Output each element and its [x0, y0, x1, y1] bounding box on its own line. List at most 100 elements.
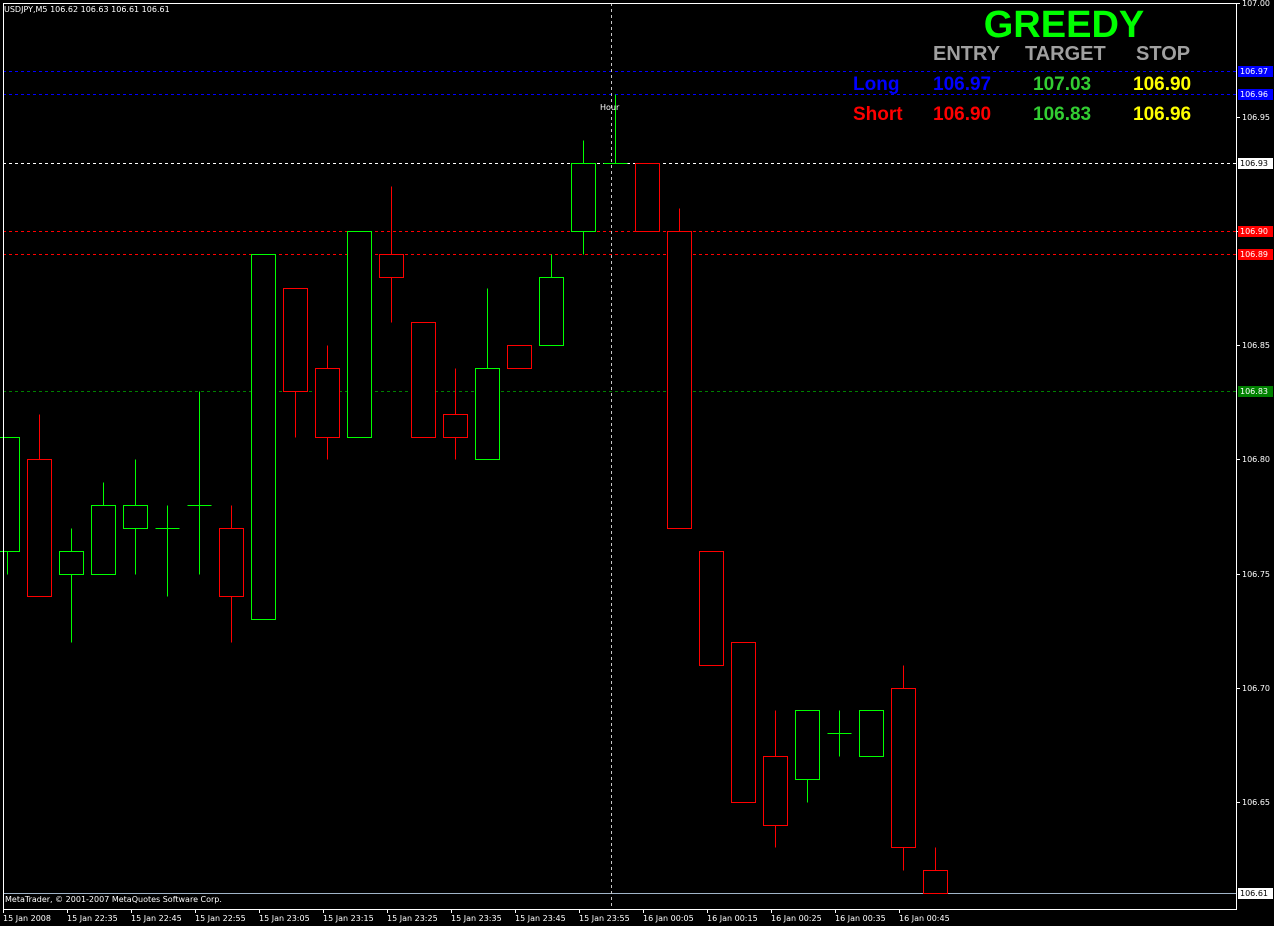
- x-tick-label: 16 Jan 00:35: [835, 914, 886, 923]
- price-levels: [3, 3, 1236, 909]
- candles: [0, 94, 948, 894]
- candle-body: [795, 710, 820, 780]
- x-tick-label: 15 Jan 23:45: [515, 914, 566, 923]
- x-tick-label: 16 Jan 00:05: [643, 914, 694, 923]
- candle-body: [123, 505, 148, 529]
- x-tick-label: 15 Jan 23:25: [387, 914, 438, 923]
- candle-body: [923, 870, 948, 894]
- x-tick-label: 16 Jan 00:15: [707, 914, 758, 923]
- candle-body: [859, 710, 884, 757]
- candle[interactable]: [91, 482, 116, 575]
- y-tick-label: 106.80: [1242, 455, 1270, 464]
- candle[interactable]: [827, 710, 852, 757]
- short-label: Short: [853, 104, 903, 125]
- candle-body: [667, 231, 692, 529]
- candle[interactable]: [347, 231, 372, 438]
- level-price-label: 106.83: [1240, 387, 1268, 396]
- candle-body: [443, 414, 468, 438]
- candle[interactable]: [123, 459, 148, 575]
- candle-body: [219, 528, 244, 597]
- candle[interactable]: [59, 528, 84, 643]
- candle[interactable]: [0, 437, 20, 575]
- candle[interactable]: [699, 551, 724, 666]
- hour-label: Hour: [600, 103, 620, 112]
- y-tick-label: 106.75: [1242, 570, 1270, 579]
- candle[interactable]: [443, 368, 468, 460]
- candle[interactable]: [283, 288, 308, 438]
- candle[interactable]: [187, 391, 212, 575]
- x-tick-label: 15 Jan 23:35: [451, 914, 502, 923]
- candle[interactable]: [539, 254, 564, 346]
- x-tick-label: 16 Jan 00:25: [771, 914, 822, 923]
- y-tick-label: 106.85: [1242, 341, 1270, 350]
- candle[interactable]: [667, 208, 692, 529]
- price-chart[interactable]: 107.00 106.95 106.90 106.85 106.80 106.75 106.…: [0, 0, 1274, 926]
- plot-frame: [3, 3, 1237, 910]
- x-tick-label: 15 Jan 23:05: [259, 914, 310, 923]
- candle-body: [59, 551, 84, 575]
- candle-body: [539, 277, 564, 346]
- candle[interactable]: [507, 345, 532, 369]
- candle-body: [0, 437, 20, 552]
- candle-body: [475, 368, 500, 460]
- candle-body: [763, 756, 788, 826]
- symbol-info: USDJPY,M5 106.62 106.63 106.61 106.61: [4, 5, 170, 14]
- candle-body: [347, 231, 372, 438]
- y-tick-label: 106.65: [1242, 798, 1270, 807]
- level-price-label: 106.90: [1240, 227, 1268, 236]
- long-target: 107.03: [1033, 74, 1092, 95]
- candle-body: [411, 322, 436, 438]
- candle-body: [571, 163, 596, 232]
- candle[interactable]: [411, 322, 436, 438]
- candle[interactable]: [795, 710, 820, 803]
- candle-body: [91, 505, 116, 575]
- candle-body: [251, 254, 276, 620]
- entry-header: ENTRY: [933, 43, 1001, 65]
- short-target: 106.83: [1033, 104, 1092, 125]
- candle[interactable]: [635, 163, 660, 232]
- x-tick-label: 15 Jan 2008: [3, 914, 51, 923]
- long-entry: 106.97: [933, 74, 992, 95]
- candle-body: [891, 688, 916, 848]
- candle[interactable]: [923, 847, 948, 894]
- stop-header: STOP: [1136, 43, 1191, 65]
- x-tick-label: 15 Jan 23:55: [579, 914, 630, 923]
- candle[interactable]: [219, 505, 244, 643]
- x-tick-label: 15 Jan 22:45: [131, 914, 182, 923]
- long-stop: 106.90: [1133, 74, 1192, 95]
- candle[interactable]: [475, 288, 500, 460]
- y-tick-label: 107.00: [1242, 0, 1270, 8]
- short-stop: 106.96: [1133, 104, 1192, 125]
- candle[interactable]: [891, 665, 916, 871]
- x-tick-label: 16 Jan 00:45: [899, 914, 950, 923]
- candle-body: [699, 551, 724, 666]
- candle-body: [731, 642, 756, 803]
- level-price-label: 106.93: [1240, 159, 1268, 168]
- candle-body: [283, 288, 308, 392]
- candle[interactable]: [571, 140, 596, 255]
- candle[interactable]: [155, 505, 180, 597]
- y-tick-label: 106.70: [1242, 684, 1270, 693]
- candle[interactable]: [763, 710, 788, 848]
- candle-body: [27, 459, 52, 597]
- candle-body: [379, 254, 404, 278]
- candle[interactable]: [251, 254, 276, 620]
- long-label: Long: [853, 74, 900, 95]
- x-tick-label: 15 Jan 22:35: [67, 914, 118, 923]
- panel-title: GREEDY: [983, 4, 1145, 46]
- short-entry: 106.90: [933, 104, 992, 125]
- axes: 107.00 106.95 106.90 106.85 106.80 106.75 106.…: [3, 0, 1273, 923]
- copyright-text: MetaTrader, © 2001-2007 MetaQuotes Softw…: [5, 895, 222, 904]
- candle[interactable]: [315, 345, 340, 460]
- candle-body: [635, 163, 660, 232]
- candle[interactable]: [379, 186, 404, 323]
- level-price-label: 106.97: [1240, 67, 1268, 76]
- x-tick-label: 15 Jan 22:55: [195, 914, 246, 923]
- candle[interactable]: [731, 642, 756, 803]
- candle[interactable]: [859, 710, 884, 757]
- level-price-label: 106.61: [1240, 889, 1268, 898]
- candle[interactable]: [27, 414, 52, 597]
- candle-body: [507, 345, 532, 369]
- x-tick-label: 15 Jan 23:15: [323, 914, 374, 923]
- level-price-label: 106.89: [1240, 250, 1268, 259]
